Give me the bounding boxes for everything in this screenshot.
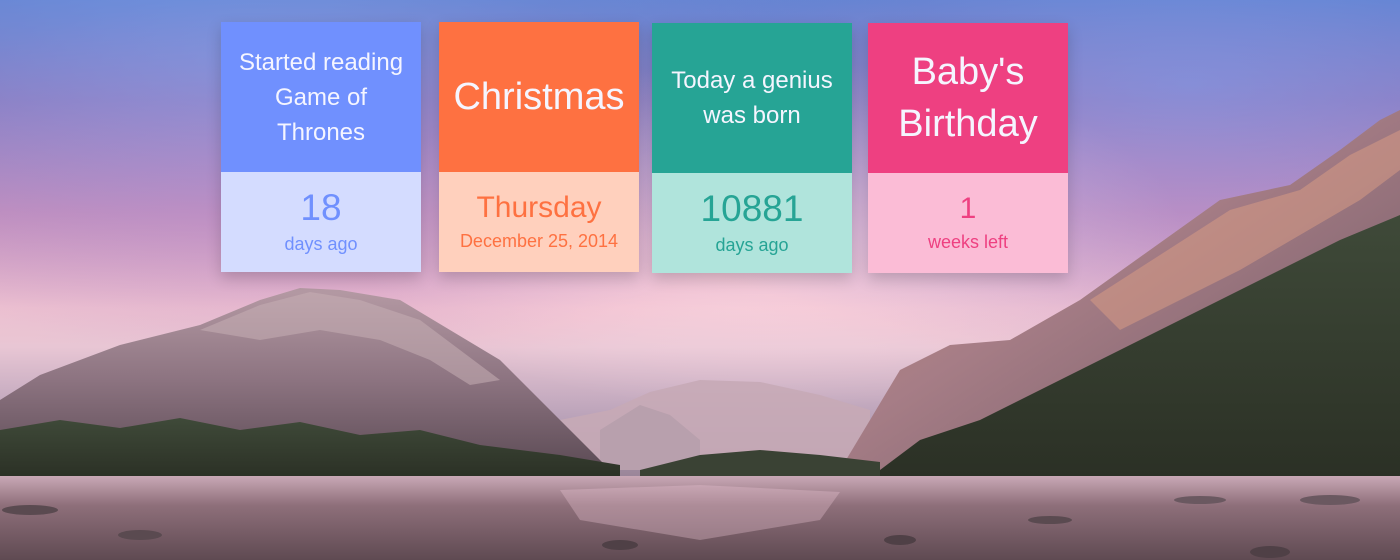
card-header: Christmas <box>439 22 639 172</box>
event-card-game-of-thrones[interactable]: Started reading Game of Thrones 18 days … <box>221 22 421 272</box>
event-card-genius-born[interactable]: Today a genius was born 10881 days ago <box>652 23 852 273</box>
card-weekday: Thursday <box>476 191 602 224</box>
card-unit: weeks left <box>927 232 1009 252</box>
card-unit: days ago <box>715 235 789 255</box>
card-count: 1 <box>959 192 977 225</box>
card-footer: 10881 days ago <box>652 173 852 273</box>
event-card-baby-birthday[interactable]: Baby's Birthday 1 weeks left <box>868 23 1068 273</box>
card-title: Baby's Birthday <box>898 51 1038 145</box>
card-footer: Thursday December 25, 2014 <box>439 172 639 272</box>
card-header: Today a genius was born <box>652 23 852 173</box>
card-header: Baby's Birthday <box>868 23 1068 173</box>
card-count: 10881 <box>700 188 804 229</box>
card-date: December 25, 2014 <box>459 231 619 251</box>
event-card-christmas[interactable]: Christmas Thursday December 25, 2014 <box>439 22 639 272</box>
card-title: Christmas <box>453 76 625 118</box>
card-footer: 18 days ago <box>221 172 421 272</box>
card-title: Started reading Game of Thrones <box>238 48 404 146</box>
desktop-background: Started reading Game of Thrones 18 days … <box>0 0 1400 560</box>
card-count: 18 <box>300 187 342 228</box>
card-header: Started reading Game of Thrones <box>221 22 421 172</box>
card-unit: days ago <box>284 234 358 254</box>
card-title: Today a genius was born <box>671 67 833 129</box>
card-footer: 1 weeks left <box>868 173 1068 273</box>
